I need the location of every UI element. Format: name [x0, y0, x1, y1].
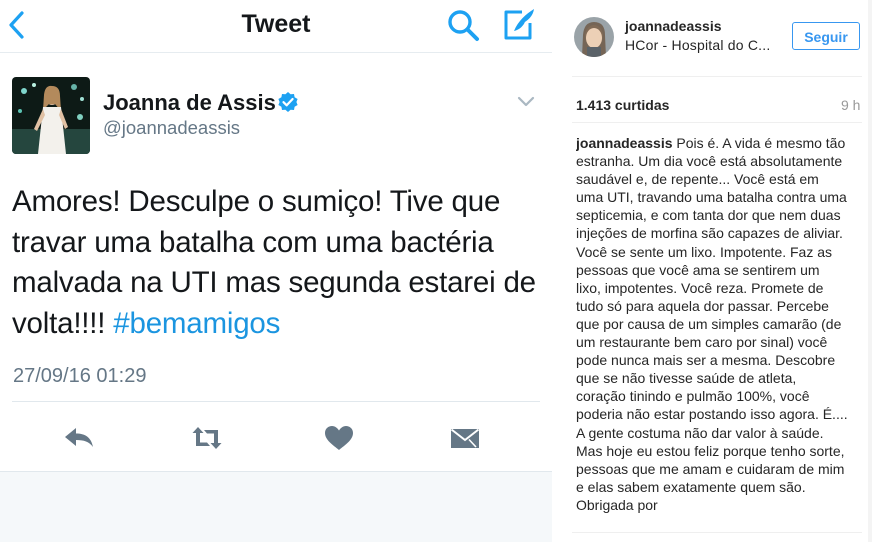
post-time: 9 h — [841, 97, 861, 113]
tweet-timestamp: 27/09/16 01:29 — [13, 365, 147, 387]
like-icon — [325, 426, 353, 450]
reply-icon — [65, 428, 93, 447]
tweet-menu-button[interactable] — [516, 95, 536, 109]
divider — [572, 532, 862, 533]
direct-message-icon — [450, 428, 480, 448]
avatar[interactable] — [12, 77, 90, 154]
chevron-down-icon — [517, 96, 535, 107]
tweet-text: Amores! Desculpe o sumiço! Tive que trav… — [12, 182, 542, 344]
retweet-icon — [192, 427, 222, 449]
app-header: Tweet — [0, 0, 552, 53]
caption-username[interactable]: joannadeassis — [576, 135, 673, 151]
divider — [572, 76, 862, 77]
compose-tweet-button[interactable] — [500, 6, 538, 42]
search-button[interactable] — [446, 8, 482, 42]
compose-icon — [504, 9, 534, 40]
divider — [12, 401, 540, 402]
verified-badge-icon — [277, 91, 299, 113]
like-button[interactable] — [322, 423, 356, 453]
likes-count[interactable]: 1.413 curtidas — [576, 97, 669, 113]
username[interactable]: @joannadeassis — [103, 117, 240, 139]
search-icon — [448, 10, 479, 41]
scrollbar[interactable] — [868, 0, 872, 542]
instagram-location[interactable]: HCor - Hospital do C... — [625, 37, 775, 53]
tweet-card: Joanna de Assis @joannadeassis Amores! D… — [0, 53, 552, 472]
instagram-username[interactable]: joannadeassis — [625, 18, 722, 34]
retweet-button[interactable] — [190, 423, 224, 453]
reply-button[interactable] — [62, 423, 96, 453]
hashtag-link[interactable]: #bemamigos — [113, 307, 280, 340]
instagram-avatar[interactable] — [574, 17, 614, 57]
divider — [572, 122, 862, 123]
tweet-screen: Tweet Joanna de Assis @joannadeassis Amo… — [0, 0, 552, 542]
caption-text: Pois é. A vida é mesmo tão estranha. Um … — [576, 135, 848, 513]
instagram-post-panel: joannadeassis HCor - Hospital do C... Se… — [552, 0, 872, 542]
direct-message-button[interactable] — [448, 423, 482, 453]
follow-button[interactable]: Seguir — [792, 22, 860, 50]
post-caption: joannadeassis Pois é. A vida é mesmo tão… — [576, 134, 848, 532]
display-name[interactable]: Joanna de Assis — [103, 90, 276, 116]
